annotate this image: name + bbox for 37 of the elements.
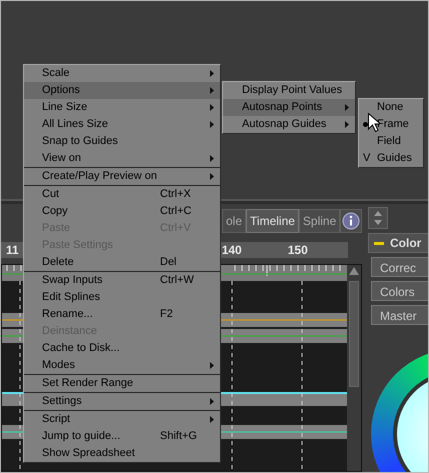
menu-item[interactable]: Snap to Guides <box>24 133 220 150</box>
menu-item[interactable]: Edit Splines <box>24 289 220 306</box>
menu-item[interactable]: Swap Inputs Ctrl+W <box>24 272 220 289</box>
panel-title: Color <box>390 235 422 252</box>
menu-item[interactable]: Show Spreadsheet <box>24 445 220 462</box>
menu-item[interactable]: Field <box>359 133 423 150</box>
menu-item[interactable]: Delete Del <box>24 254 220 271</box>
menu-item[interactable]: Autosnap Points <box>223 99 355 116</box>
ruler-label: 140 <box>222 242 242 259</box>
ruler-label: 150 <box>288 242 308 259</box>
menu-item[interactable]: None <box>359 99 423 116</box>
menu-item[interactable]: Cache to Disk... <box>24 340 220 357</box>
menu-item[interactable]: Modes <box>24 357 220 374</box>
menu-item[interactable]: All Lines Size <box>24 116 220 133</box>
panel-button[interactable]: Master <box>371 305 428 325</box>
menu-item[interactable]: Rename... F2 <box>24 306 220 323</box>
menu-item[interactable]: Copy Ctrl+C <box>24 203 220 220</box>
menu-item[interactable]: Cut Ctrl+X <box>24 186 220 203</box>
tab[interactable]: Timeline <box>246 209 299 233</box>
menu-item[interactable]: Line Size <box>24 99 220 116</box>
menu-item[interactable]: Display Point Values <box>223 82 355 99</box>
menu-item[interactable]: V Guides <box>359 150 423 167</box>
panel-button[interactable]: Correc <box>371 257 428 277</box>
menu-item[interactable]: Scale <box>24 65 220 82</box>
menu-item[interactable]: Autosnap Guides <box>223 116 355 133</box>
menu-item[interactable]: Create/Play Preview on <box>24 168 220 185</box>
tab[interactable]: ole <box>222 209 246 233</box>
menu-item[interactable]: View on <box>24 150 220 167</box>
tab[interactable]: Spline <box>298 209 340 233</box>
menu-item[interactable]: Options <box>24 82 220 99</box>
menu-item[interactable]: Settings <box>24 393 220 410</box>
check-mark: V <box>363 151 370 166</box>
menu-item[interactable]: Jump to guide... Shift+G <box>24 428 220 445</box>
ruler-label: 11 <box>6 242 19 259</box>
panel-button[interactable]: Colors <box>371 281 428 301</box>
menu-item[interactable]: Script <box>24 411 220 428</box>
menu-item[interactable]: Set Render Range <box>24 375 220 392</box>
